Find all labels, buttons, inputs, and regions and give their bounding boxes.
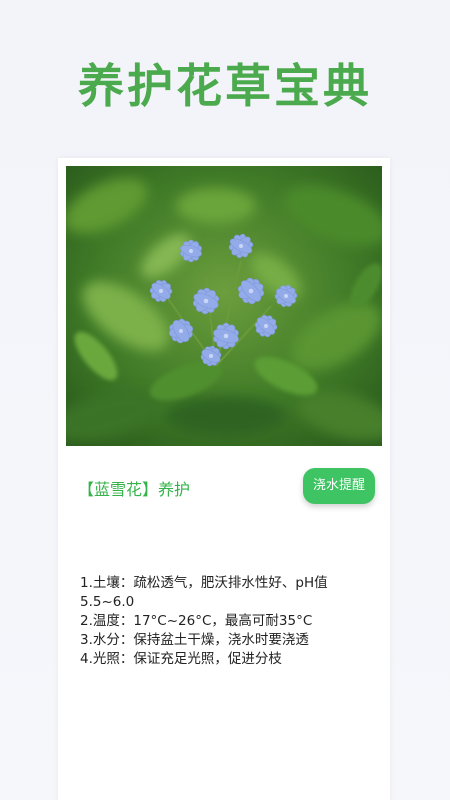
care-item-water: 3.水分：保持盆土干燥，浇水时要浇透: [80, 632, 309, 648]
plant-card: 【蓝雪花】养护 浇水提醒 1.土壤：疏松透气，肥沃排水性好、pH值5.5~6.0…: [58, 158, 390, 800]
water-reminder-button[interactable]: 浇水提醒: [303, 468, 375, 504]
care-item-light: 4.光照：保证充足光照，促进分枝: [80, 651, 282, 667]
care-title: 【蓝雪花】养护: [78, 480, 191, 499]
plant-photo: [66, 166, 382, 446]
app-title: 养护花草宝典: [78, 59, 372, 113]
care-item-soil: 1.土壤：疏松透气，肥沃排水性好、pH值5.5~6.0: [80, 575, 328, 610]
care-item-temperature: 2.温度：17°C~26°C，最高可耐35°C: [80, 613, 313, 629]
plant-photo-image: [66, 166, 382, 446]
care-list: 1.土壤：疏松透气，肥沃排水性好、pH值5.5~6.0 2.温度：17°C~26…: [80, 574, 378, 669]
screen: 养护花草宝典 【蓝雪花】养护 浇水提醒 1.土壤：疏松透气，肥沃排水性好、pH值…: [0, 0, 450, 800]
